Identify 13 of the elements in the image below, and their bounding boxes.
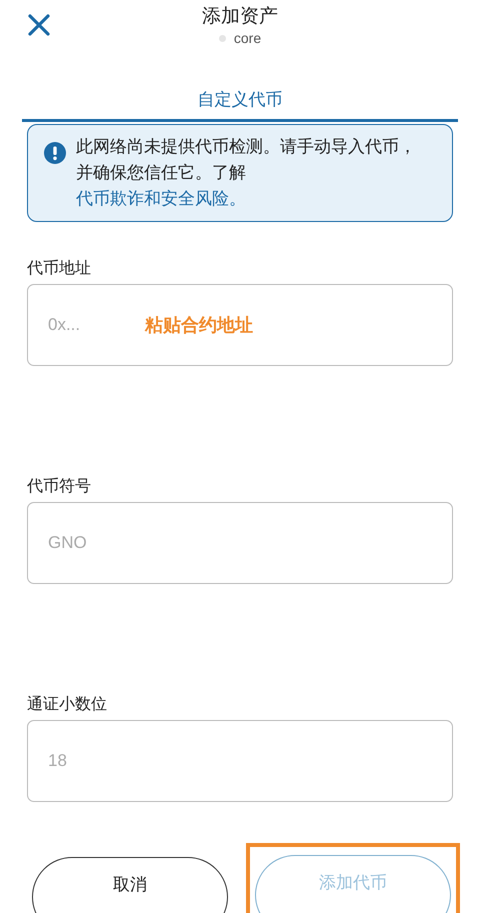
close-icon [27,13,51,37]
field-label: 代币地址 [27,258,92,279]
field-label: 代币符号 [27,476,92,497]
annotation-text: 粘贴合约地址 [145,314,253,337]
notice-link[interactable]: 代币欺诈和安全风险。 [76,189,246,208]
notice-text: 此网络尚未提供代币检测。请手动导入代币，并确保您信任它。了解 代币欺诈和安全风险。 [76,136,417,210]
cancel-button[interactable]: 取消 [32,857,228,913]
input-field[interactable]: 18 [27,720,453,802]
network-name: core [234,30,262,46]
page-title: 添加资产 [202,5,278,29]
field-label: 通证小数位 [27,694,108,715]
alert-icon [44,142,66,164]
input-field[interactable]: GNO [27,502,453,584]
